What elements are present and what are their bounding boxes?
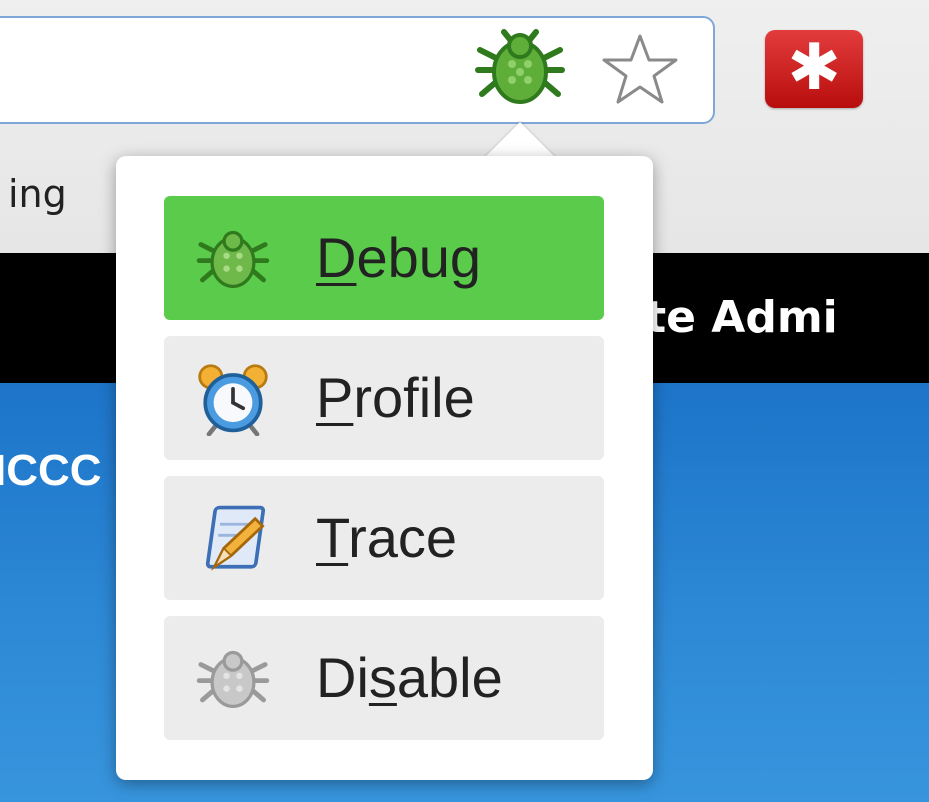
menu-item-profile[interactable]: Profile xyxy=(164,336,604,460)
star-icon[interactable] xyxy=(592,32,688,108)
debug-popup-menu: Debug Profile Trace Disable xyxy=(116,156,653,780)
menu-item-label: Trace xyxy=(316,506,458,569)
alarm-clock-icon xyxy=(198,364,268,436)
content-partial-text: ICCC xyxy=(0,446,102,495)
menu-item-label: Debug xyxy=(316,226,482,289)
site-admin-link[interactable]: ite Admi xyxy=(630,292,838,343)
notepad-pencil-icon xyxy=(205,505,266,571)
menu-item-debug[interactable]: Debug xyxy=(164,196,604,320)
menu-item-label: Profile xyxy=(316,366,475,429)
lastpass-button[interactable]: ✱ xyxy=(765,30,863,108)
disabled-bug-icon xyxy=(196,650,270,708)
bug-icon[interactable] xyxy=(474,28,566,108)
bookmark-item-partial[interactable]: ing xyxy=(8,172,67,216)
lastpass-icon: ✱ xyxy=(787,31,841,105)
menu-item-disable[interactable]: Disable xyxy=(164,616,604,740)
popup-arrow xyxy=(484,122,556,158)
bug-icon xyxy=(196,230,270,288)
menu-item-label: Disable xyxy=(316,646,503,709)
menu-item-trace[interactable]: Trace xyxy=(164,476,604,600)
